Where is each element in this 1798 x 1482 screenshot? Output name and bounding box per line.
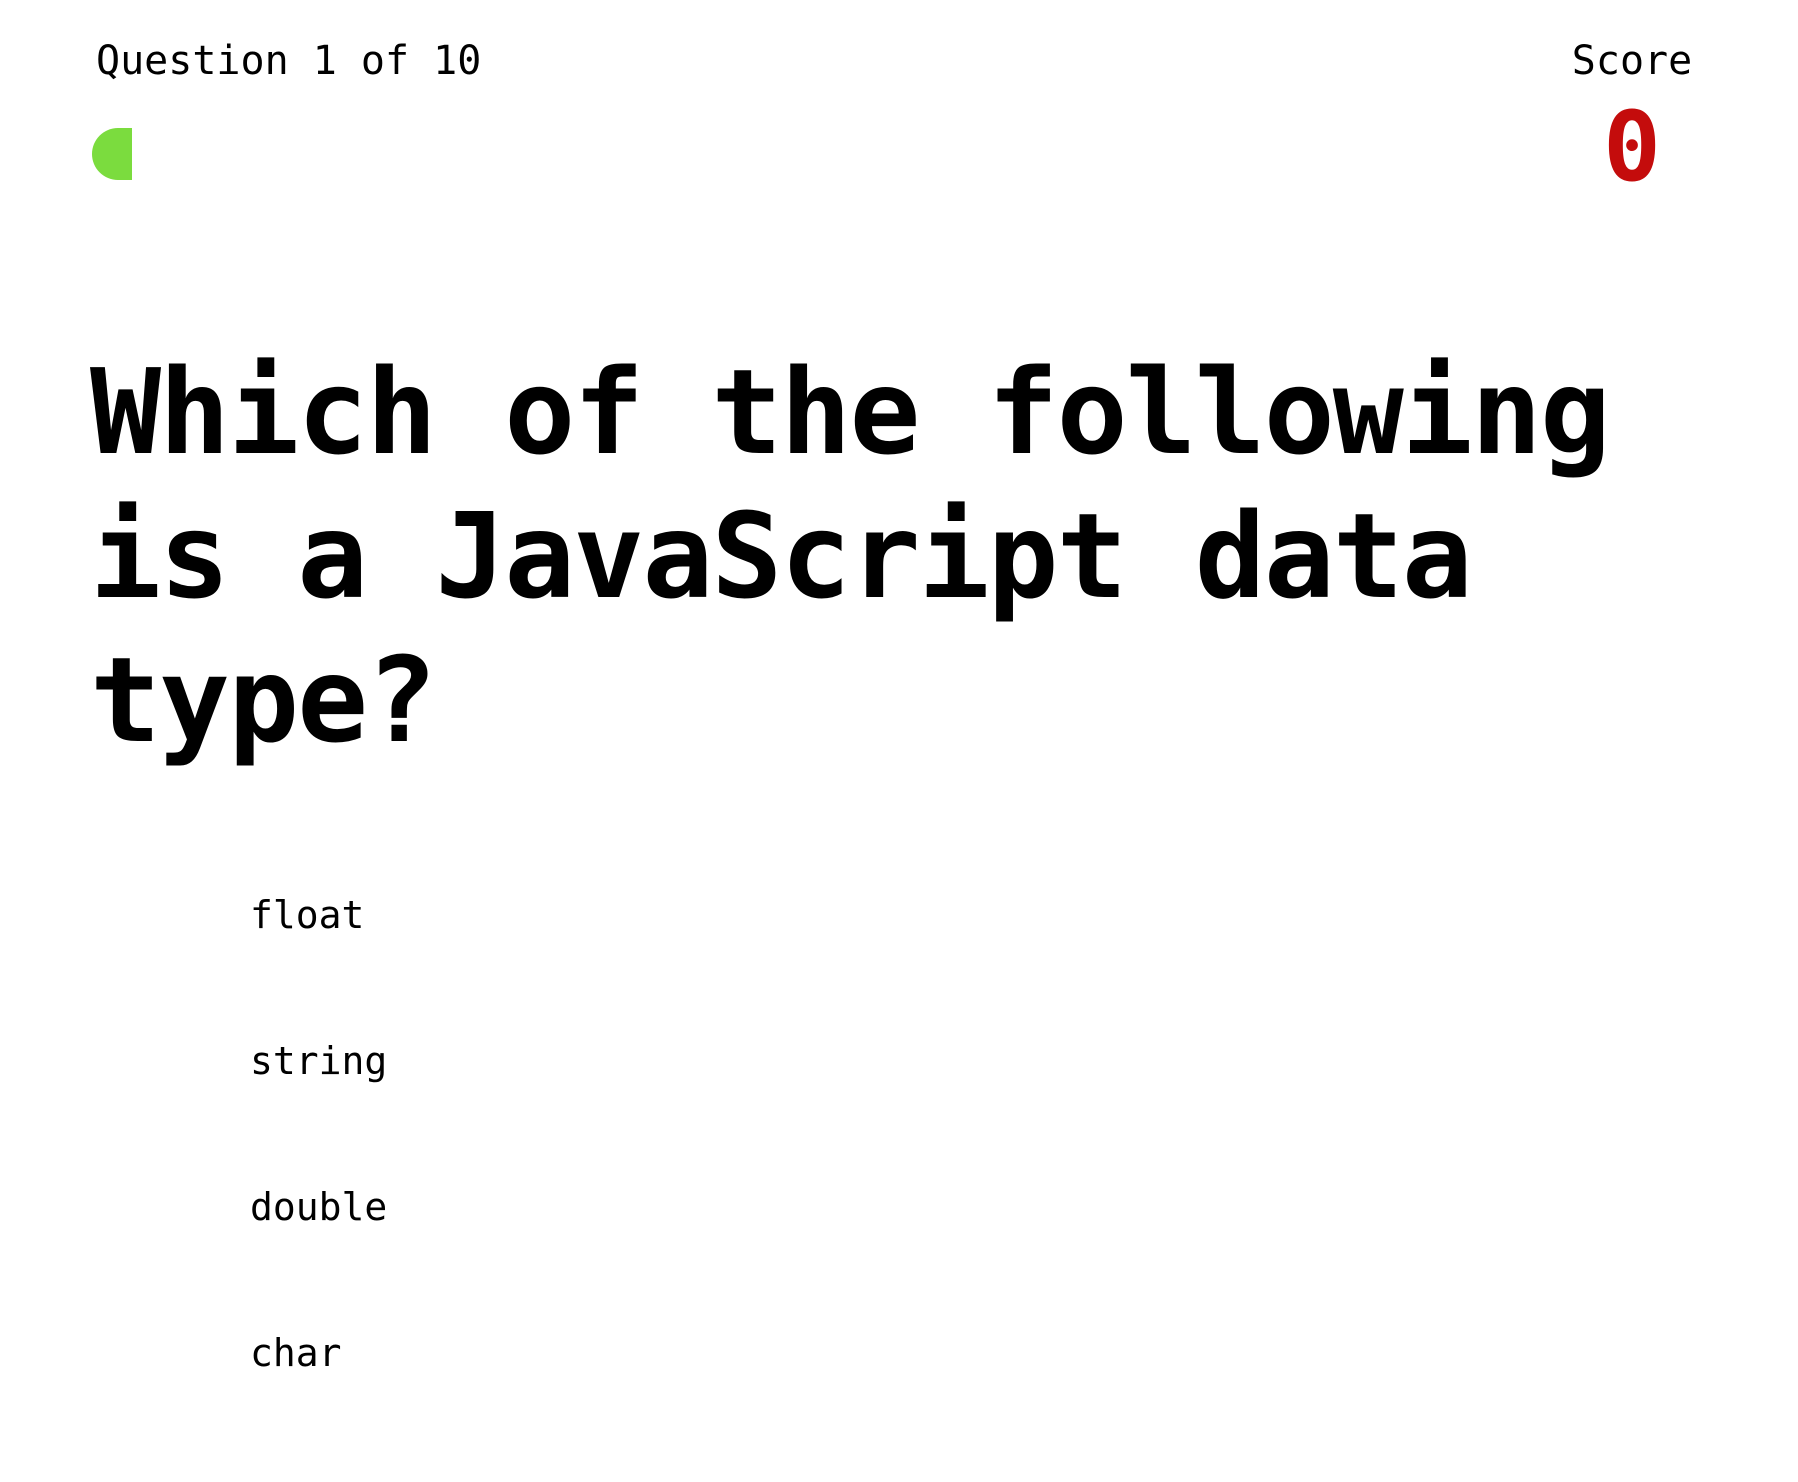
score-label: Score [1571,38,1693,84]
answer-option-double[interactable]: double [250,1182,1150,1232]
progress-section: Question 1 of 10 [92,36,482,180]
score-value: 0 [1603,91,1661,203]
answer-option-char[interactable]: char [250,1328,1150,1378]
question-counter: Question 1 of 10 [96,38,482,84]
answer-option-string[interactable]: string [250,1036,1150,1086]
score-section: Score 0 [1562,36,1702,202]
answer-list: float string double char [250,890,1150,1474]
quiz-header: Question 1 of 10 Score 0 [92,36,1702,216]
question-text: Which of the following is a JavaScript d… [90,343,1611,769]
answer-option-float[interactable]: float [250,890,1150,940]
progress-bar-fill [92,128,132,180]
progress-bar [92,128,1312,180]
